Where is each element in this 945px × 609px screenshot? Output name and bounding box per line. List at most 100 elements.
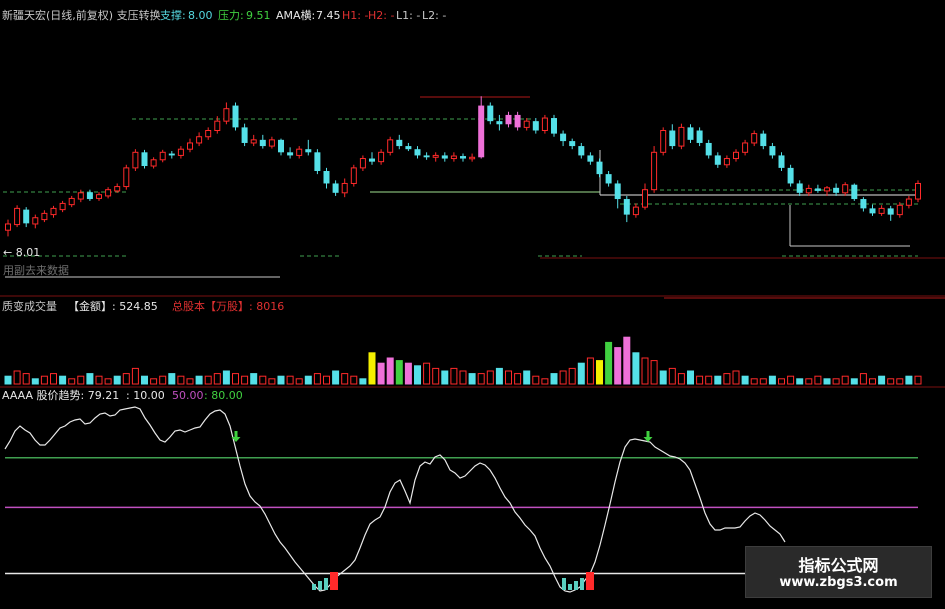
signal-bar [324, 578, 328, 590]
candle-body [187, 142, 193, 150]
candle-body [605, 174, 612, 184]
candle-body [878, 207, 885, 214]
candle-body [168, 153, 175, 156]
volume-bar [4, 375, 12, 385]
candle-body [414, 149, 421, 156]
volume-bar [459, 370, 467, 385]
watermark-logo: 指标公式网 www.zbgs3.com [745, 546, 932, 598]
volume-bar [232, 373, 239, 385]
candle-body [305, 149, 312, 153]
volume-bar [286, 375, 294, 385]
candle-body [323, 171, 330, 184]
candle-body [842, 184, 849, 194]
ama-label: AMA横: [276, 9, 316, 22]
candle-body [660, 130, 667, 153]
candle-body [824, 187, 830, 192]
signal-bar [330, 572, 334, 590]
volume-bar [186, 378, 194, 385]
volume-bar [150, 378, 158, 385]
volume-bar [40, 375, 48, 385]
candle-body [705, 142, 712, 156]
volume-bar [805, 378, 813, 385]
volume-bar [350, 375, 358, 385]
candle-body [551, 118, 557, 134]
candle-body [723, 158, 730, 166]
candle-body [432, 154, 439, 158]
candle-body [223, 108, 230, 122]
candle-body [587, 155, 594, 162]
volume-bar [841, 375, 849, 385]
volume-bar [441, 370, 449, 385]
volume-bar [887, 378, 895, 385]
volume-bar [450, 367, 458, 385]
volume-bar [323, 375, 330, 385]
candle-body [387, 139, 394, 153]
candle-body [596, 161, 603, 175]
volume-bar [914, 375, 922, 385]
l1-label: L1: - [396, 9, 421, 22]
candle-body [159, 151, 166, 161]
support-label: 支撑: [160, 9, 186, 22]
volume-bar [159, 375, 167, 385]
candle-body [733, 151, 739, 160]
candle-body [287, 152, 294, 156]
volume-bar [332, 370, 340, 385]
candle-body [632, 206, 639, 216]
volume-bar [723, 373, 731, 385]
volume-bar [759, 378, 767, 385]
candle-body [423, 155, 430, 158]
volume-title: 质变成交量 [2, 300, 57, 313]
candle-body [350, 167, 357, 184]
volume-bar [586, 357, 594, 385]
volume-bar [650, 360, 658, 385]
candle-body [214, 120, 221, 132]
volume-bar [677, 373, 685, 385]
candle-body [651, 151, 658, 191]
candle-body [905, 198, 912, 206]
candle-body [314, 152, 321, 171]
l2-label: L2: - [422, 9, 447, 22]
candle-body [796, 183, 803, 193]
candle-body [714, 155, 721, 165]
volume-bar [859, 373, 867, 385]
candle-body [505, 114, 512, 125]
volume-bar [514, 373, 522, 385]
volume-bar [705, 375, 713, 385]
volume-bar [477, 373, 485, 385]
candle-body [869, 208, 876, 214]
volume-bar [495, 367, 503, 385]
candle-body [359, 158, 366, 169]
indicator-title: AAAA 股价趋势: 79.21 [2, 389, 120, 402]
volume-bar [259, 375, 267, 385]
candle-body [23, 209, 30, 224]
candle-body [860, 199, 867, 209]
volume-bar [131, 367, 139, 385]
volume-bar [277, 375, 285, 385]
candle-body [833, 187, 840, 193]
candle-body [378, 151, 385, 163]
candle-body [915, 182, 921, 200]
volume-bar [177, 375, 185, 385]
candle-body [614, 183, 621, 200]
volume-bar [368, 352, 376, 385]
volume-bar [741, 375, 749, 385]
watermark-title: 指标公式网 [798, 556, 879, 575]
volume-bar [778, 378, 785, 385]
candle-body [560, 133, 567, 142]
volume-bar [468, 373, 476, 385]
signal-bar [580, 578, 584, 590]
candle-body [296, 148, 303, 156]
volume-bar [878, 375, 886, 385]
volume-bar [168, 373, 176, 385]
volume-bar [141, 375, 148, 385]
signal-bar [590, 572, 594, 590]
candle-body [623, 199, 630, 215]
ama-value: 7.45 [316, 9, 341, 22]
trend-line [4, 406, 786, 593]
volume-bar [295, 378, 303, 385]
volume-bar [559, 370, 567, 385]
volume-bar [113, 375, 121, 385]
volume-bar [195, 375, 203, 385]
candle-body [687, 127, 694, 140]
candle-body [778, 155, 785, 168]
